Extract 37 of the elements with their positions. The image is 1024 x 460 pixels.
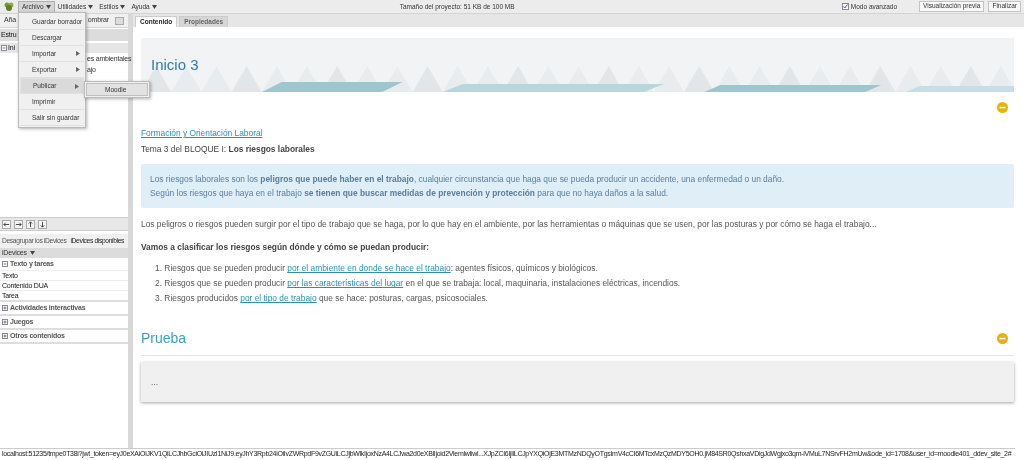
page-title: Inicio 3 — [151, 54, 199, 75]
arrow-down-icon[interactable] — [38, 219, 47, 229]
block-body: ... — [141, 362, 1014, 403]
submenu-arrow-icon — [75, 83, 79, 89]
app-logo-icon — [4, 2, 14, 11]
caret-icon — [45, 4, 51, 9]
course-link[interactable]: Formación y Orientación Laboral — [141, 128, 263, 138]
collapse-icon[interactable] — [1, 45, 7, 51]
submenu-arrow-icon — [76, 51, 80, 56]
caret-icon — [151, 4, 157, 9]
subtitle-text: Tema 3 del BLOQUE I: Los riesgos laborales — [141, 142, 316, 156]
block-title: Prueba — [141, 329, 187, 349]
list-heading: Vamos a clasificar los riesgos según dónde y cómo se puedan producir: — [141, 240, 431, 254]
list-item: 3. Riesgos producidos por el tipo de trabajo que se hace: posturas, cargas, psicosociales. — [155, 292, 489, 306]
list-link[interactable]: por las características del lugar — [287, 278, 404, 289]
list-item: 2. Riesgos que se pueden producir por las características del lugar en el que se trabaja: local, maquinaria, instalaciones eléctricas, incendios. — [155, 277, 682, 291]
list-item: 1. Riesgos que se pueden producir por el ambiente en donde se hace el trabajo: agentes físicos, químicos y biológicos. — [155, 262, 599, 276]
caret-icon — [88, 4, 94, 9]
collapse-icon[interactable] — [2, 261, 8, 267]
arrow-up-icon[interactable] — [26, 219, 35, 229]
info-text: Según los riesgos que haya en el trabajo se tienen que buscar medidas de prevención y protección para que no haya daños a la salud. — [150, 187, 670, 201]
list-link[interactable]: por el tipo de trabajo — [240, 293, 317, 304]
arrow-left-icon[interactable] — [2, 219, 11, 229]
checkmark-icon — [842, 4, 848, 9]
caret-icon — [120, 4, 126, 9]
info-text: Los riesgos laborales son los peligros que puede haber en el trabajo, cualquier circunstancia que haga que se pueda producir un accidente, una enfermedad o un daño. — [150, 173, 786, 187]
caret-icon — [29, 251, 35, 255]
collapse-icon[interactable] — [997, 102, 1008, 113]
expand-icon[interactable] — [2, 333, 8, 339]
list-link[interactable]: por el ambiente en donde se hace el trabajo — [287, 263, 451, 274]
collapse-icon[interactable] — [997, 333, 1008, 345]
expand-icon[interactable] — [2, 305, 8, 311]
paragraph-text: Los peligros o riesgos pueden surgir por el tipo de trabajo que se haga, por lo que hay en el ambiente, por las herramientas o máquinas que se usen, por las posturas y por cómo se haga el trabajo... — [141, 218, 878, 231]
expand-icon[interactable] — [2, 319, 8, 325]
submenu-arrow-icon — [76, 67, 80, 72]
toolbar-menu-button[interactable] — [115, 16, 124, 25]
arrow-right-icon[interactable] — [14, 219, 23, 229]
